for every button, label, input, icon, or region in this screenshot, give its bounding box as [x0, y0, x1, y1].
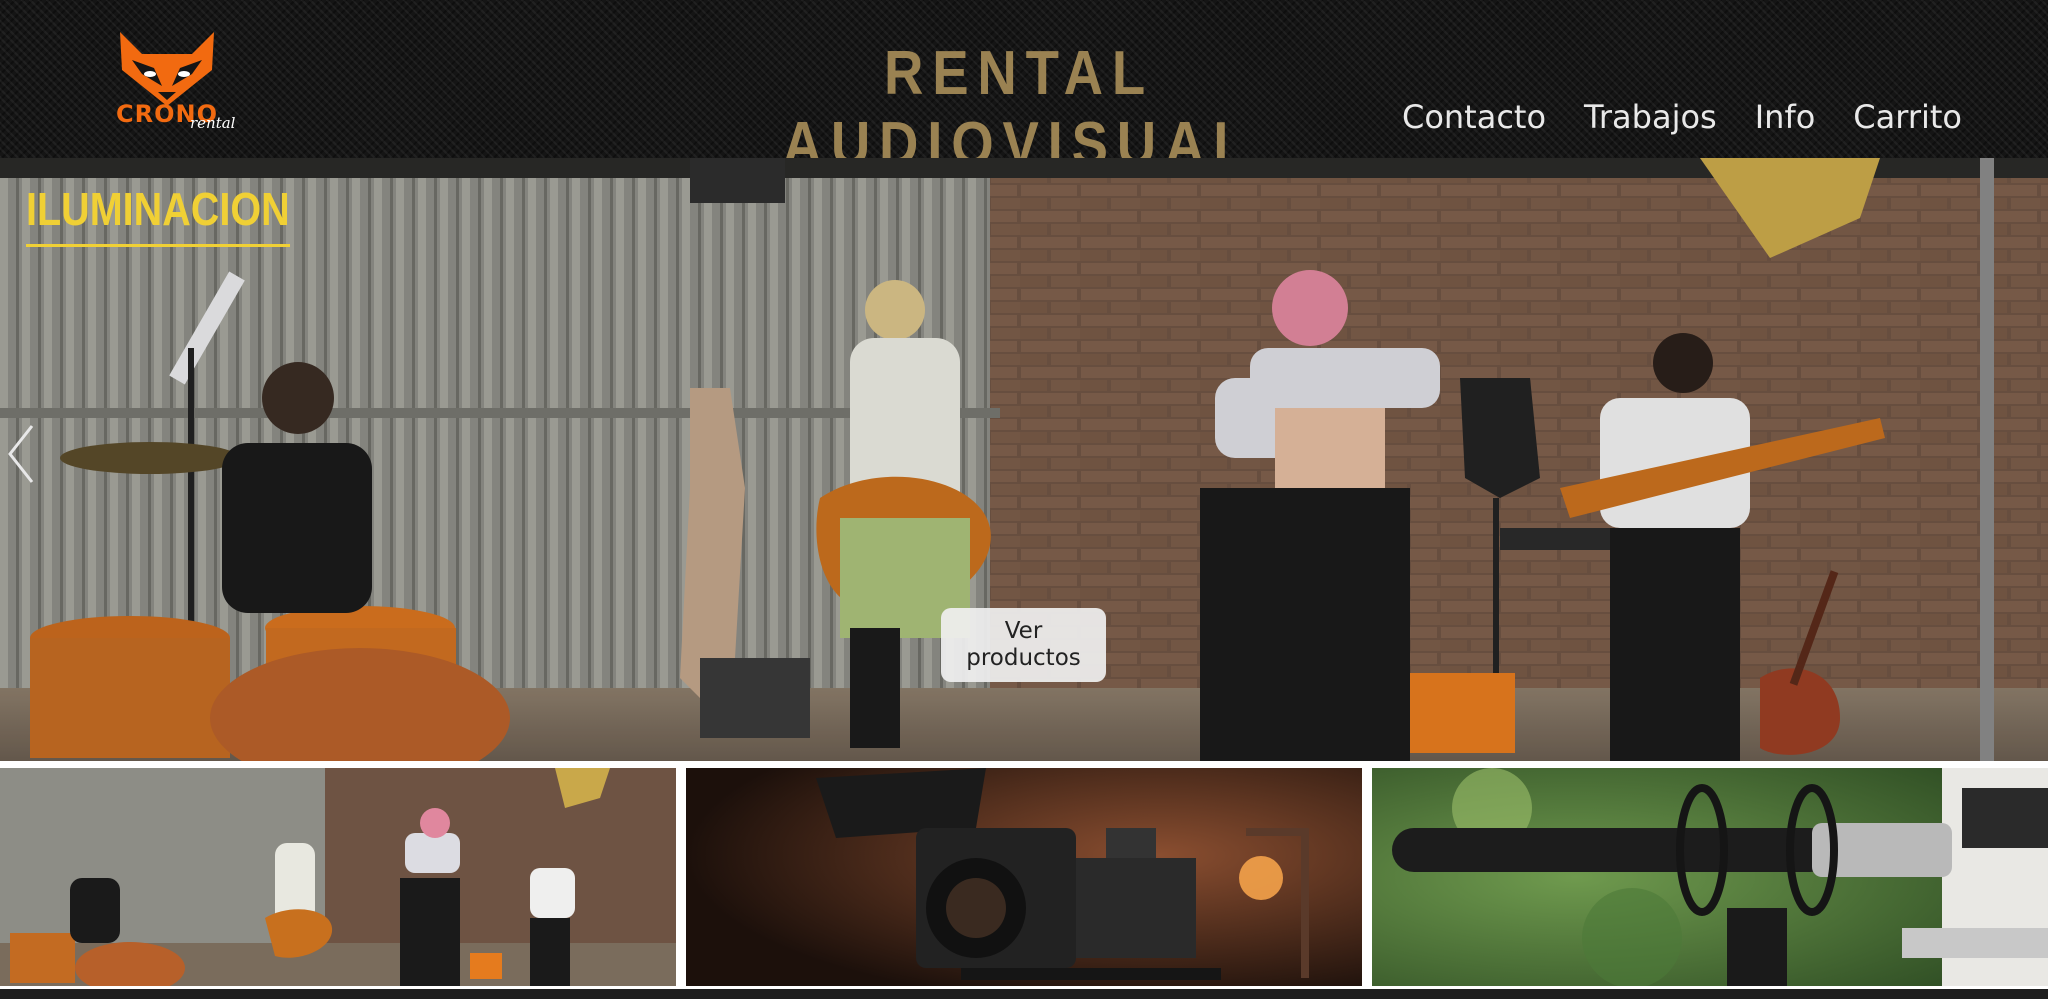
nav-contacto[interactable]: Contacto	[1402, 98, 1546, 136]
slide-title: ILUMINACION	[26, 182, 290, 247]
hero-slider: ILUMINACION Ver productos	[0, 158, 2048, 761]
view-products-button[interactable]: Ver productos	[941, 608, 1106, 682]
chevron-left-icon	[8, 425, 34, 483]
thumbnail-band-rehearsal[interactable]	[0, 768, 676, 986]
nav-carrito[interactable]: Carrito	[1853, 98, 1962, 136]
carousel-prev-arrow[interactable]	[4, 420, 40, 488]
cinema-camera-thumbnail-image	[686, 768, 1362, 986]
nav-trabajos[interactable]: Trabajos	[1584, 98, 1717, 136]
thumbnail-shotgun-microphone[interactable]	[1372, 768, 2048, 986]
thumbnail-cinema-camera[interactable]	[686, 768, 1362, 986]
main-nav: Contacto Trabajos Info Carrito	[1402, 98, 1962, 136]
crono-rental-logo[interactable]: CRONO rental	[112, 30, 252, 134]
shotgun-microphone-thumbnail-image	[1372, 768, 2048, 986]
footer-strip	[0, 989, 2048, 999]
logo-subtext: rental	[190, 114, 236, 132]
nav-info[interactable]: Info	[1755, 98, 1816, 136]
site-header: CRONO rental RENTAL AUDIOVISUAL Contacto…	[0, 0, 2048, 179]
band-rehearsal-thumbnail-image	[0, 768, 676, 986]
fox-logo-icon	[120, 32, 214, 106]
category-thumbnails	[0, 768, 2048, 986]
